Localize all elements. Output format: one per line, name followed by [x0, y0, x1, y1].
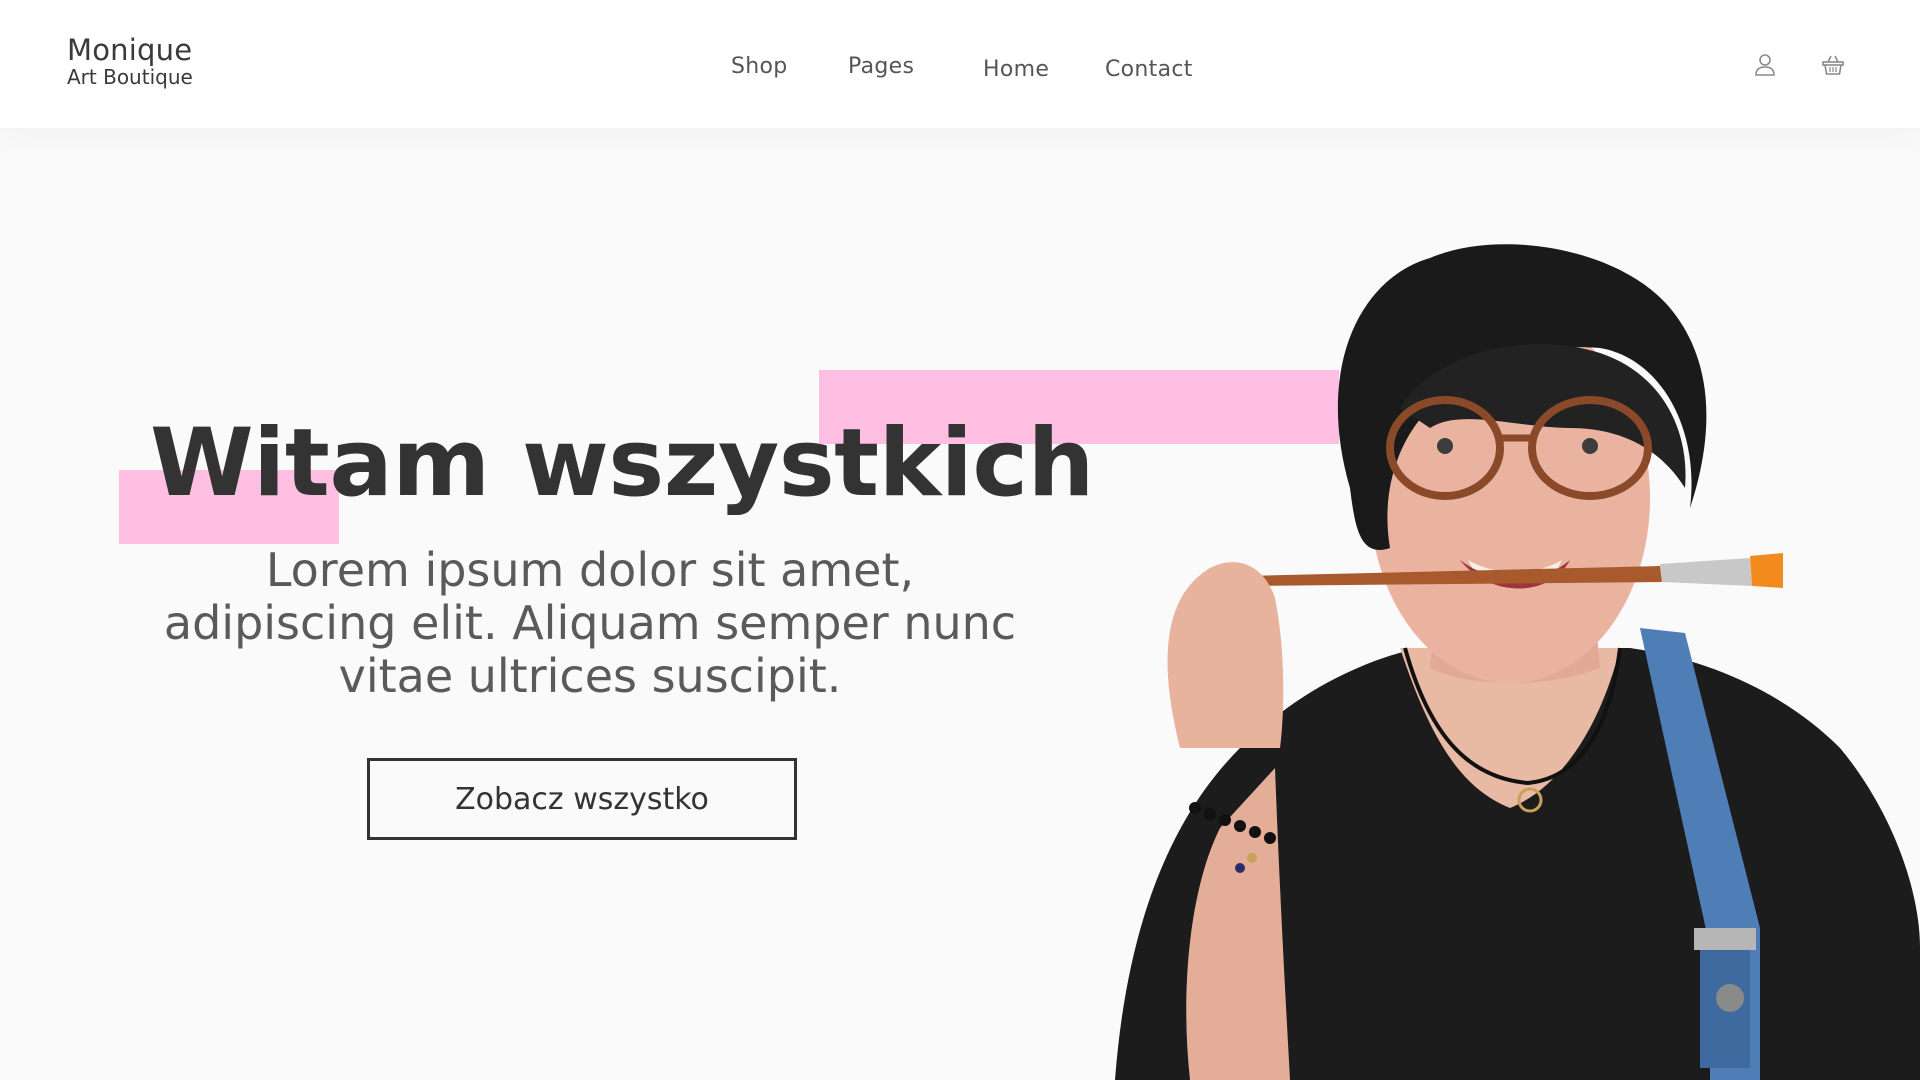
brand-logo[interactable]: Monique Art Boutique: [67, 33, 193, 89]
nav-item-shop[interactable]: Shop: [731, 54, 788, 79]
nav-item-contact[interactable]: Contact: [1105, 57, 1193, 82]
brand-name: Monique: [67, 33, 193, 67]
basket-icon[interactable]: [1820, 52, 1846, 78]
nav-item-pages[interactable]: Pages: [848, 54, 914, 79]
site-header: Monique Art Boutique Shop Pages Home Con…: [0, 0, 1920, 128]
main-nav: Shop Pages Home Contact: [0, 0, 1920, 128]
brand-subtitle: Art Boutique: [67, 65, 193, 89]
hero-section: Witam wszystkich Lorem ipsum dolor sit a…: [0, 128, 1920, 1080]
see-all-button[interactable]: Zobacz wszystko: [367, 758, 797, 840]
page: Monique Art Boutique Shop Pages Home Con…: [0, 0, 1920, 1080]
nav-item-home[interactable]: Home: [983, 57, 1049, 82]
user-icon[interactable]: [1752, 52, 1778, 78]
hero-title: Witam wszystkich: [150, 409, 1094, 518]
hero-portrait-image: [1115, 244, 1920, 1080]
hero-text: Lorem ipsum dolor sit amet, adipiscing e…: [163, 543, 1017, 703]
